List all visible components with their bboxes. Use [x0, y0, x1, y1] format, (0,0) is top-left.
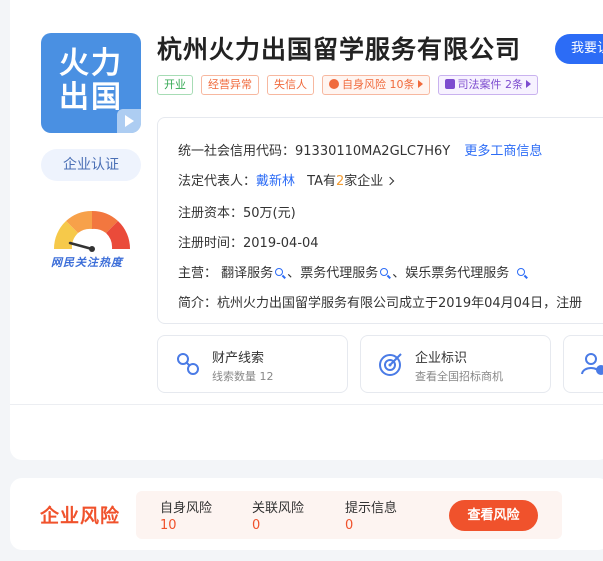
property-clue-card[interactable]: 财产线索 线索数量 12: [157, 335, 348, 393]
play-icon[interactable]: [117, 109, 141, 133]
hint-info-stat[interactable]: 提示信息 0: [345, 497, 397, 533]
self-risk-badge[interactable]: 自身风险 10条: [322, 75, 430, 95]
credit-code-row: 统一社会信用代码：91330110MA2GLC7H6Y 更多工商信息: [178, 144, 543, 159]
chevron-right-icon: [386, 176, 395, 186]
self-risk-stat[interactable]: 自身风险 10: [160, 497, 212, 533]
related-risk-stat[interactable]: 关联风险 0: [252, 497, 304, 533]
heat-gauge-icon: [53, 210, 131, 252]
book-icon: [444, 79, 455, 89]
shield-icon: [329, 79, 339, 89]
search-icon: [275, 268, 284, 276]
claim-button[interactable]: 我要认: [555, 34, 603, 64]
risk-card: 企业风险 自身风险 10 关联风险 0 提示信息 0 查看风险: [10, 478, 603, 550]
legal-rep-link[interactable]: 戴新林: [256, 174, 295, 189]
tag-list: 开业 经营异常 失信人 自身风险 10条 司法案件 2条: [157, 75, 538, 95]
enterprise-mark-card[interactable]: 企业标识 查看全国招标商机: [360, 335, 551, 393]
search-icon: [380, 268, 389, 276]
status-badge: 开业: [157, 75, 193, 95]
legal-case-badge[interactable]: 司法案件 2条: [437, 75, 538, 95]
ta-companies-link[interactable]: TA有2家企业: [307, 174, 395, 189]
feature-card-partial[interactable]: [563, 335, 603, 393]
business-item[interactable]: 翻译服务: [221, 266, 284, 281]
company-name: 杭州火力出国留学服务有限公司: [157, 35, 522, 64]
divider: [10, 404, 603, 405]
capital-row: 注册资本：50万(元): [178, 206, 296, 221]
credit-code-value: 91330110MA2GLC7H6Y: [295, 144, 451, 159]
logo-text: 火力 出国: [59, 46, 123, 115]
caret-right-icon: [526, 80, 531, 88]
person-icon: [581, 353, 603, 375]
legal-rep-row: 法定代表人：戴新林 TA有2家企业: [178, 170, 395, 189]
business-item[interactable]: 票务代理服务: [300, 266, 389, 281]
risk-summary-panel: 自身风险 10 关联风险 0 提示信息 0 查看风险: [136, 491, 562, 539]
view-risk-button[interactable]: 查看风险: [449, 500, 538, 531]
business-row: 主营： 翻译服务 、票务代理服务 、娱乐票务代理服务: [178, 262, 526, 281]
business-item[interactable]: 娱乐票务代理服务: [405, 266, 526, 281]
company-logo[interactable]: 火力 出国: [41, 33, 141, 133]
search-icon: [517, 268, 526, 276]
business-info-panel: 统一社会信用代码：91330110MA2GLC7H6Y 更多工商信息 法定代表人…: [157, 117, 603, 324]
abnormal-badge[interactable]: 经营异常: [201, 75, 259, 95]
target-icon: [379, 353, 402, 376]
dishonest-badge[interactable]: 失信人: [267, 75, 314, 95]
more-info-link[interactable]: 更多工商信息: [464, 144, 542, 159]
heat-label: 网民关注热度: [51, 256, 123, 269]
intro-row: 简介：杭州火力出国留学服务有限公司成立于2019年04月04日，注册: [178, 296, 583, 311]
link-icon: [177, 353, 199, 375]
risk-title: 企业风险: [40, 505, 121, 527]
certification-button[interactable]: 企业认证: [41, 149, 141, 181]
reg-date-row: 注册时间：2019-04-04: [178, 236, 319, 251]
caret-right-icon: [417, 80, 423, 88]
